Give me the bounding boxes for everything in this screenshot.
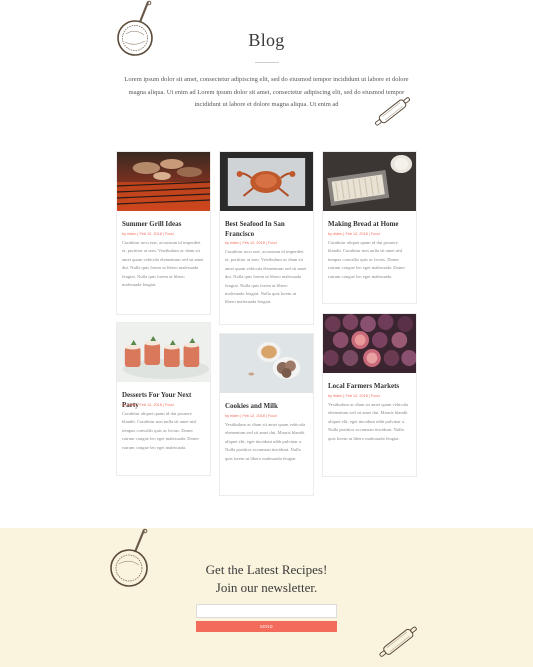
card-meta: by elden | Feb 12, 2018 | Food xyxy=(122,403,174,407)
blog-card[interactable]: Local Farmers Markets by elden | Feb 12,… xyxy=(322,313,417,477)
title-divider xyxy=(255,62,279,63)
card-title[interactable]: Cookies and Milk xyxy=(225,402,308,412)
rolling-pin-icon xyxy=(375,97,411,126)
send-button[interactable]: SEND xyxy=(196,621,337,632)
blog-card[interactable]: Making Bread at Home by elden | Feb 12, … xyxy=(322,151,417,304)
figs-photo[interactable] xyxy=(323,314,416,373)
newsletter-subheading: Join our newsletter. xyxy=(215,580,318,595)
card-excerpt: Curabitur aliquet quam id dui posuere bl… xyxy=(328,240,406,279)
bread-photo[interactable] xyxy=(323,152,416,211)
card-excerpt: Curabitur arcu erat, accumsan id imperdi… xyxy=(122,240,204,288)
card-title[interactable]: Desserts For Your Next Party xyxy=(122,391,205,410)
card-meta: by elden | Feb 12, 2018 | Food xyxy=(225,414,277,418)
card-excerpt: Curabitur arcu erat, accumsan id imperdi… xyxy=(225,249,307,305)
card-meta: by elden | Feb 12, 2018 | Food xyxy=(225,241,277,245)
card-title[interactable]: Local Farmers Markets xyxy=(328,382,411,392)
newsletter-heading: Get the Latest Recipes! xyxy=(205,562,328,577)
card-meta: by elden | Feb 12, 2018 | Food xyxy=(328,232,380,236)
card-title[interactable]: Best Seafood In San Francisco xyxy=(225,220,308,239)
card-meta: by elden | Feb 12, 2018 | Food xyxy=(122,232,174,236)
newsletter-section: Get the Latest Recipes! Join our newslet… xyxy=(0,528,533,667)
blog-card[interactable]: Cookies and Milk by elden | Feb 12, 2018… xyxy=(219,333,314,496)
blog-card[interactable]: Desserts For Your Next Party by elden | … xyxy=(116,322,211,476)
card-meta: by elden | Feb 12, 2018 | Food xyxy=(328,394,380,398)
dessert-photo[interactable] xyxy=(117,323,210,382)
blog-hero: Blog Lorem ipsum dolor sit amet, consect… xyxy=(0,0,533,135)
page-title: Blog xyxy=(248,30,285,50)
card-excerpt: Curabitur aliquet quam id dui posuere bl… xyxy=(122,411,200,450)
card-title[interactable]: Summer Grill Ideas xyxy=(122,220,205,230)
crab-photo[interactable] xyxy=(220,152,313,211)
card-excerpt: Vestibulum ac diam sit amet quam vehicul… xyxy=(225,422,306,461)
card-excerpt: Vestibulum ac diam sit amet quam vehicul… xyxy=(328,402,409,441)
rolling-pin-icon xyxy=(379,626,417,657)
grill-photo[interactable] xyxy=(117,152,210,211)
email-field[interactable] xyxy=(196,604,337,618)
blog-card[interactable]: Best Seafood In San Francisco by elden |… xyxy=(219,151,314,325)
card-title[interactable]: Making Bread at Home xyxy=(328,220,411,230)
cookies-photo[interactable] xyxy=(220,334,313,393)
blog-card[interactable]: Summer Grill Ideas by elden | Feb 12, 20… xyxy=(116,151,211,315)
